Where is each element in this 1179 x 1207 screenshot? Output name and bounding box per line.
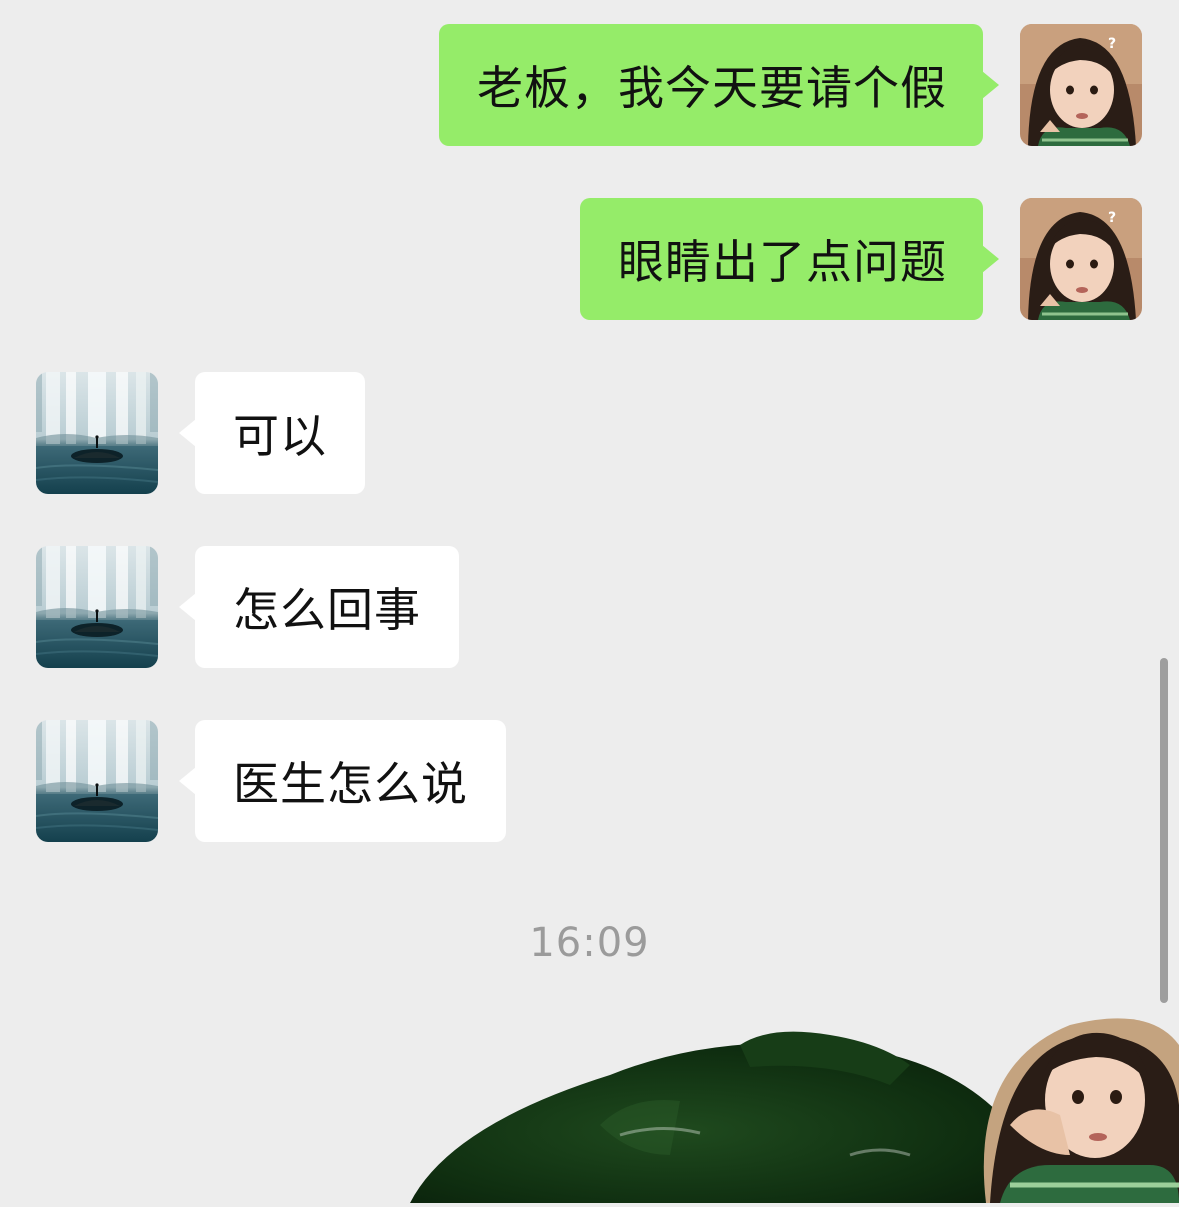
message-text: 老板，我今天要请个假 (477, 61, 947, 115)
message-bubble-incoming[interactable]: 医生怎么说 (179, 720, 506, 842)
waterfall-avatar-icon[interactable] (36, 372, 158, 494)
child-avatar-icon[interactable] (1020, 24, 1142, 146)
message-text: 医生怎么说 (233, 757, 468, 811)
message-text: 眼睛出了点问题 (618, 235, 947, 289)
message-bubble-incoming[interactable]: 可以 (179, 372, 365, 494)
sticker-image[interactable] (410, 1005, 1179, 1203)
child-avatar-icon[interactable] (1020, 198, 1142, 320)
waterfall-avatar-icon[interactable] (36, 720, 158, 842)
timestamp: 16:09 (529, 920, 650, 966)
message-bubble-outgoing[interactable]: 老板，我今天要请个假 (439, 24, 999, 146)
chat-area: 老板，我今天要请个假 眼睛出了点问题 可以 怎么回事 医生怎么说 16:09 (0, 0, 1179, 1203)
waterfall-avatar-icon[interactable] (36, 546, 158, 668)
scrollbar[interactable] (1160, 658, 1168, 1003)
message-bubble-outgoing[interactable]: 眼睛出了点问题 (580, 198, 999, 320)
message-bubble-incoming[interactable]: 怎么回事 (179, 546, 459, 668)
message-text: 可以 (233, 409, 327, 463)
message-text: 怎么回事 (233, 583, 421, 637)
